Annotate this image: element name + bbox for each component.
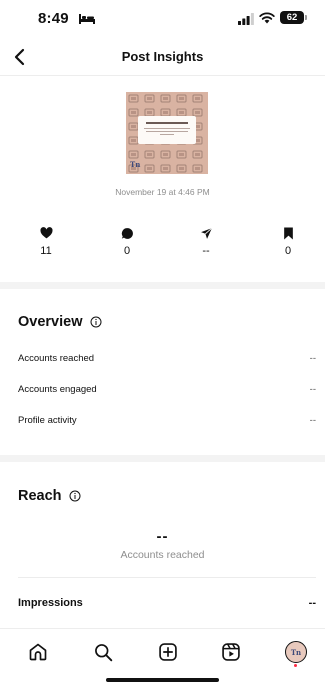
tab-create[interactable] [156,640,180,664]
reach-title-text: Reach [18,488,62,504]
impressions-row[interactable]: Impressions -- [18,597,316,609]
comment-icon [121,227,133,239]
metric-value: -- [309,353,316,364]
metric-label: Accounts reached [18,353,95,364]
tab-profile[interactable]: Tn [284,640,308,664]
nav-header: Post Insights [0,40,325,76]
profile-avatar: Tn [285,641,307,663]
comments-count: 0 [123,245,131,257]
battery-indicator: 62 [280,11,304,24]
battery-tip [305,15,307,20]
shares-count: -- [202,245,210,257]
wifi-icon [259,12,275,24]
thumbnail-card [138,116,196,144]
share-icon [200,227,212,239]
page-title: Post Insights [121,49,204,64]
metric-label: Accounts engaged [18,384,97,395]
section-divider [0,282,325,289]
post-thumbnail[interactable]: Tn [126,92,208,174]
accounts-engaged-row[interactable]: Accounts engaged -- [18,384,316,395]
create-icon [159,643,177,661]
tab-reels[interactable] [219,640,243,664]
saves-count: 0 [284,245,292,257]
heart-icon [39,227,53,239]
tab-search[interactable] [91,640,115,664]
reach-title: Reach [18,488,81,504]
likes-stat: 11 [26,226,66,257]
section-divider [0,455,325,462]
metric-value: -- [309,384,316,395]
save-icon [283,227,293,239]
post-date: November 19 at 4:46 PM [115,187,210,197]
profile-activity-row[interactable]: Profile activity -- [18,415,316,426]
thumbnail-logo: Tn [130,160,141,169]
saves-stat: 0 [268,226,308,257]
overview-title-text: Overview [18,314,83,330]
info-icon[interactable] [90,316,102,328]
info-icon[interactable] [69,490,81,502]
likes-count: 11 [40,245,52,257]
notification-dot [294,664,297,667]
reach-label: Accounts reached [120,549,205,561]
row-divider [18,577,316,578]
accounts-reached-row[interactable]: Accounts reached -- [18,353,316,364]
impressions-label: Impressions [18,597,83,609]
search-icon [95,644,113,662]
bottom-tab-bar: Tn [0,628,325,673]
shares-stat: -- [186,226,226,257]
overview-title: Overview [18,314,102,330]
reach-value: -- [156,528,169,545]
reels-icon [222,643,240,661]
bed-icon [79,14,95,24]
impressions-value: -- [308,597,316,609]
comments-stat: 0 [107,226,147,257]
signal-icon [238,13,254,25]
home-icon [29,643,47,661]
status-time: 8:49 [38,10,69,27]
metric-label: Profile activity [18,415,77,426]
tab-home[interactable] [26,640,50,664]
metric-value: -- [309,415,316,426]
home-indicator [106,678,219,682]
status-bar: 8:49 62 [0,0,325,40]
